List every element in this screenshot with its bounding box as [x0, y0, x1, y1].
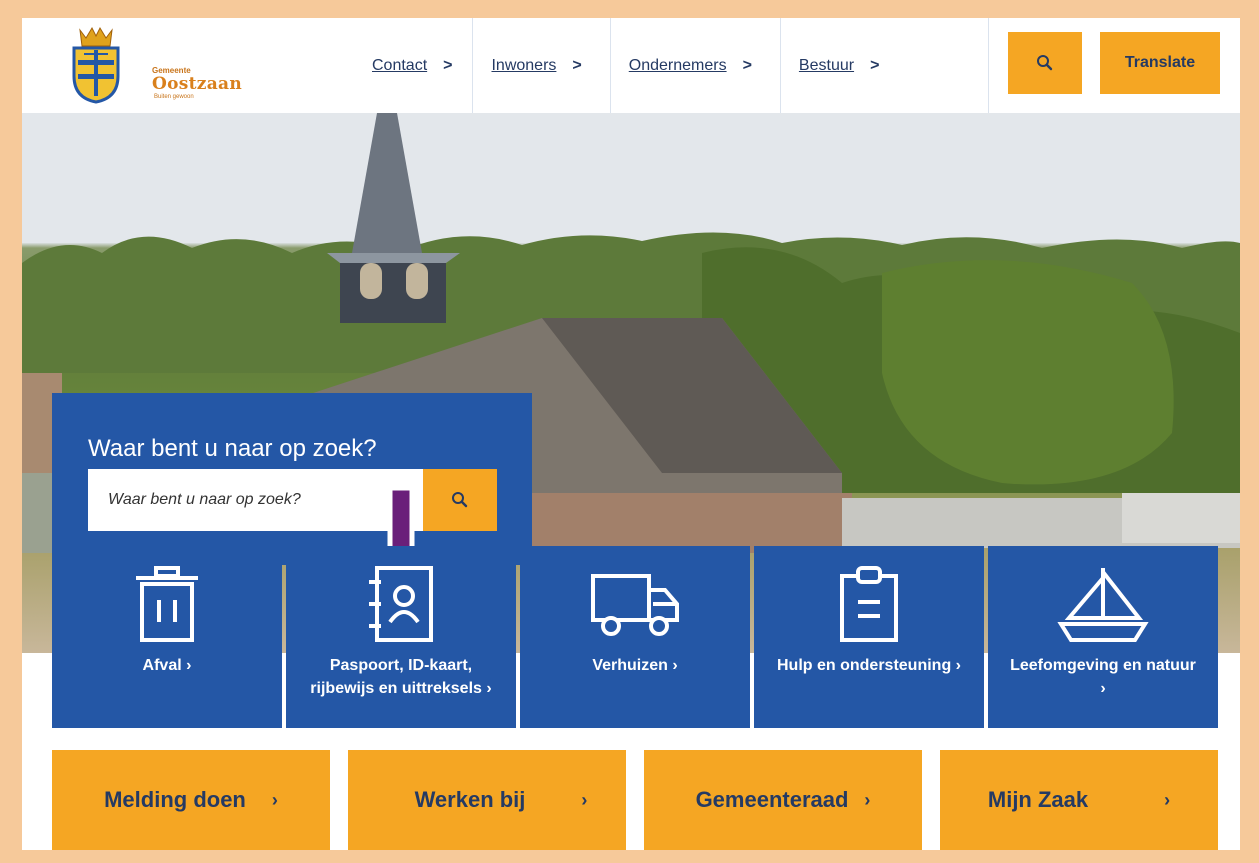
- header-search-button[interactable]: [1008, 32, 1082, 94]
- tile-leefomgeving[interactable]: Leefomgeving en natuur ›: [988, 546, 1218, 728]
- page-frame: Gemeente Oostzaan Buiten gewoon Contact …: [22, 18, 1240, 850]
- chevron-right-icon: ›: [864, 789, 871, 810]
- chevron-right-icon: ›: [271, 789, 278, 810]
- chevron-right-icon: ›: [1164, 789, 1171, 810]
- werken-bij-button[interactable]: Werken bij ›: [348, 750, 626, 850]
- chevron-right-icon: >: [443, 56, 453, 74]
- nav-contact-label: Contact: [372, 56, 428, 74]
- chevron-right-icon: >: [870, 56, 880, 74]
- contact-book-icon: [369, 566, 433, 642]
- tile-afval[interactable]: Afval ›: [52, 546, 282, 728]
- tile-verhuizen-label: Verhuizen ›: [592, 657, 678, 674]
- municipality-logo[interactable]: Gemeente Oostzaan Buiten gewoon: [70, 24, 242, 104]
- nav-inwoners-label: Inwoners: [491, 56, 557, 74]
- nav-bestuur-label: Bestuur: [798, 56, 855, 74]
- main-nav: Contact > Inwoners > Ondernemers > Bestu…: [352, 18, 907, 113]
- clipboard-icon: [840, 566, 898, 642]
- site-header: Gemeente Oostzaan Buiten gewoon Contact …: [22, 18, 1240, 113]
- tile-afval-label: Afval ›: [142, 657, 192, 674]
- melding-doen-label: Melding doen: [104, 787, 246, 812]
- search-icon: [1037, 55, 1053, 71]
- tile-paspoort-label: Paspoort, ID-kaart, rijbewijs en uittrek…: [310, 657, 492, 697]
- quick-links: Melding doen › Werken bij › Gemeenteraad…: [52, 750, 1218, 850]
- chevron-right-icon: ›: [581, 789, 588, 810]
- gemeenteraad-label: Gemeenteraad: [695, 787, 849, 812]
- logo-tagline: Buiten gewoon: [154, 94, 194, 100]
- nav-contact[interactable]: Contact >: [352, 18, 472, 113]
- chevron-right-icon: >: [572, 56, 582, 74]
- search-panel-title: Waar bent u naar op zoek?: [88, 435, 377, 462]
- mijn-zaak-button[interactable]: Mijn Zaak ›: [940, 750, 1218, 850]
- nav-bestuur[interactable]: Bestuur >: [779, 18, 907, 113]
- tile-paspoort[interactable]: Paspoort, ID-kaart, rijbewijs en uittrek…: [286, 546, 516, 728]
- truck-icon: [591, 574, 679, 636]
- sailboat-icon: [1057, 568, 1149, 642]
- coat-of-arms-icon: [72, 26, 120, 104]
- service-tiles: Afval › Paspoort, ID-kaart, rijbewijs en…: [52, 546, 1218, 728]
- translate-button[interactable]: Translate: [1100, 32, 1220, 94]
- mijn-zaak-label: Mijn Zaak: [987, 787, 1089, 812]
- melding-doen-button[interactable]: Melding doen ›: [52, 750, 330, 850]
- logo-name: Oostzaan: [152, 74, 243, 94]
- gemeenteraad-button[interactable]: Gemeenteraad ›: [644, 750, 922, 850]
- trash-icon: [136, 566, 198, 642]
- tile-hulp-label: Hulp en ondersteuning ›: [777, 657, 961, 674]
- nav-ondernemers[interactable]: Ondernemers >: [609, 18, 780, 113]
- tile-leefomgeving-label: Leefomgeving en natuur ›: [1010, 657, 1196, 697]
- werken-bij-label: Werken bij: [414, 787, 526, 812]
- nav-inwoners[interactable]: Inwoners >: [472, 18, 609, 113]
- nav-ondernemers-label: Ondernemers: [628, 56, 727, 74]
- nav-divider: [988, 18, 989, 113]
- tile-verhuizen[interactable]: Verhuizen ›: [520, 546, 750, 728]
- chevron-right-icon: >: [742, 56, 752, 74]
- tile-hulp[interactable]: Hulp en ondersteuning ›: [754, 546, 984, 728]
